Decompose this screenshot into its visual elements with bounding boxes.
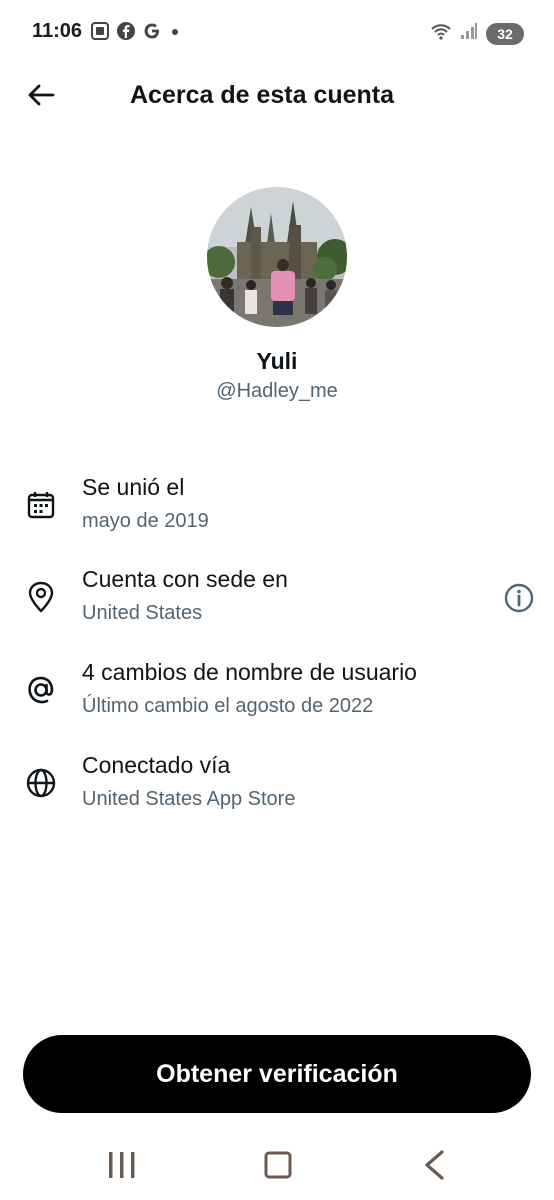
back-icon [421,1149,447,1186]
location-pin-icon [24,580,58,614]
screenshot-icon [90,21,110,46]
display-name: Yuli [256,348,298,374]
back-button[interactable] [22,78,60,116]
facebook-icon [116,21,136,46]
page-title: Acerca de esta cuenta [130,81,395,109]
at-sign-icon [24,673,58,707]
info-title: Conectado vía [82,752,231,778]
info-title: Se unió el [82,474,185,500]
status-icons-left [90,21,182,46]
get-verified-button[interactable]: Obtener verificación [23,1035,531,1113]
home-button[interactable] [256,1147,300,1187]
username: @Hadley_me [216,380,338,402]
info-subtitle: United States App Store [82,788,296,810]
castle-photo [207,187,347,327]
calendar-icon [24,488,58,522]
dot-icon [168,21,182,46]
info-row-joined: Se unió el mayo de 2019 [0,474,554,554]
recent-apps-icon [106,1150,138,1185]
info-subtitle: mayo de 2019 [82,510,209,532]
info-row-location: Cuenta con sede en United States [0,566,554,646]
info-row-connected-via: Conectado vía United States App Store [0,752,554,832]
avatar[interactable] [207,187,347,327]
info-subtitle: United States [82,602,203,624]
recent-apps-button[interactable] [100,1147,144,1187]
info-row-username-changes: 4 cambios de nombre de usuario Último ca… [0,659,554,739]
status-bar: 11:06 32 [0,0,554,64]
battery-icon: 32 [486,22,524,45]
nav-back-button[interactable] [412,1147,456,1187]
header: Acerca de esta cuenta [0,64,554,128]
screen: 11:06 32 Acerca de esta cuenta Yuli @Had… [0,0,554,1200]
info-title: Cuenta con sede en [82,566,288,592]
info-title: 4 cambios de nombre de usuario [82,659,417,685]
system-nav-bar [0,1135,554,1200]
google-icon [142,21,162,46]
arrow-left-icon [27,83,55,112]
signal-icon [460,21,478,46]
globe-icon [24,766,58,800]
info-icon[interactable] [500,579,538,617]
status-icons-right: 32 [430,21,524,46]
status-time: 11:06 [32,20,83,42]
info-subtitle: Último cambio el agosto de 2022 [82,695,374,717]
wifi-icon [430,21,452,46]
home-icon [263,1150,293,1185]
